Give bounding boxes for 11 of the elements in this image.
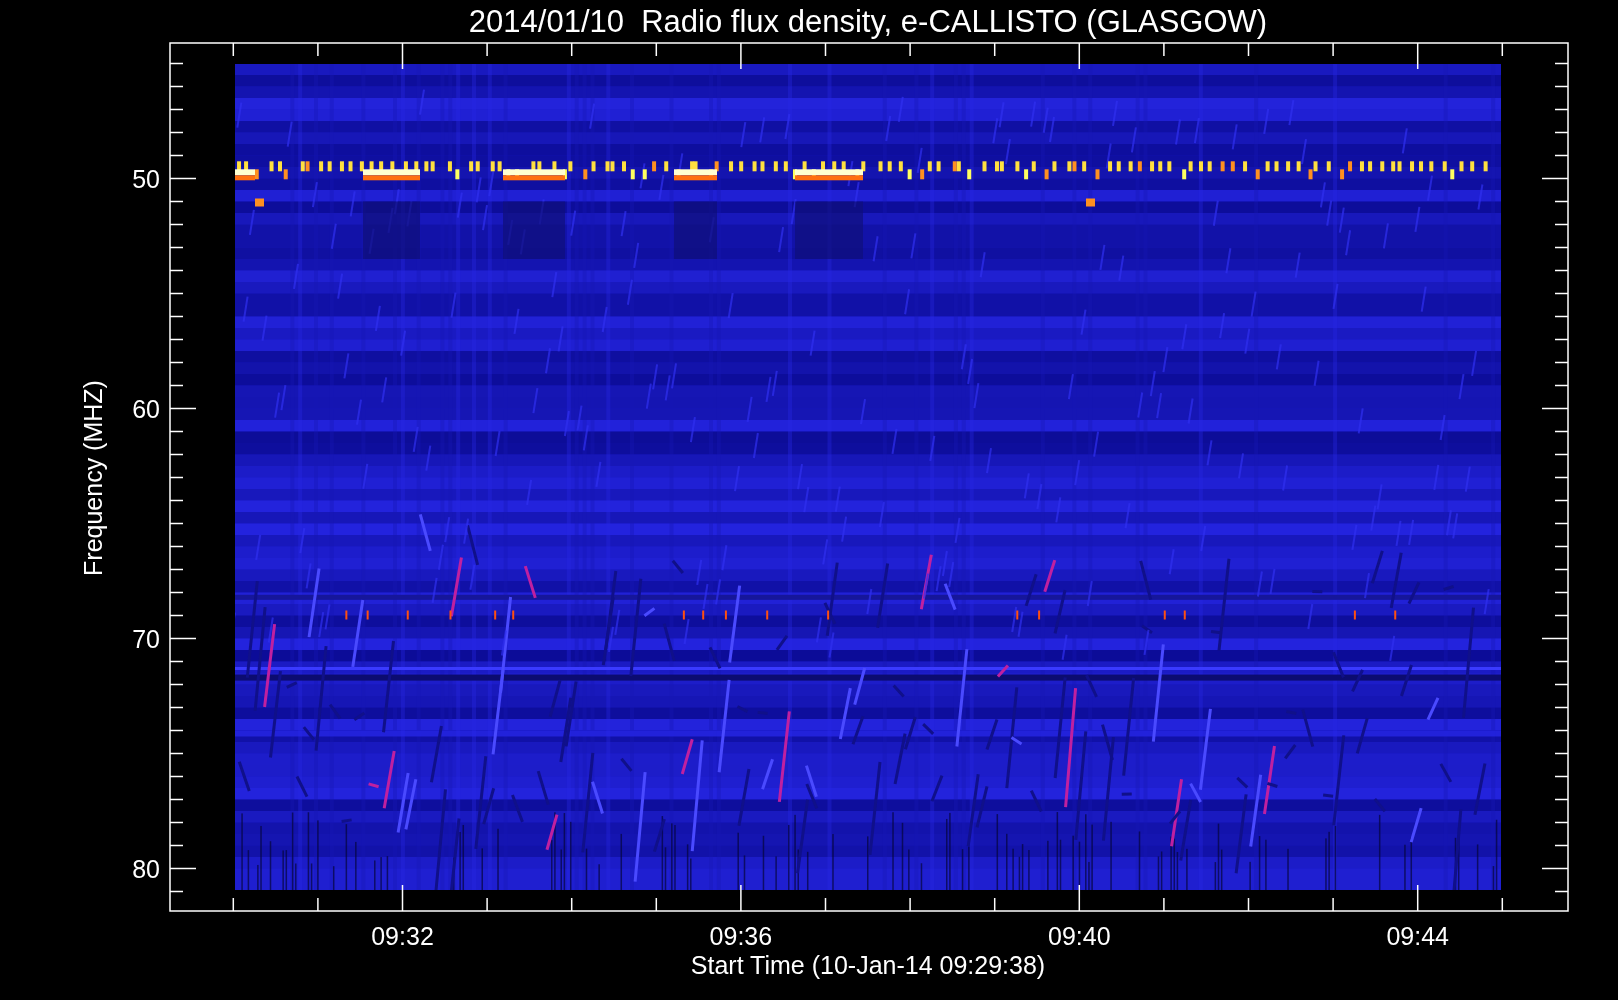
axis-label: Frequency (MHZ) (79, 380, 107, 576)
tick-label: 70 (132, 624, 160, 653)
tick-label: 09:36 (709, 922, 773, 950)
axis-label: Start Time (10-Jan-14 09:29:38) (690, 951, 1046, 979)
tick-label: 50 (132, 164, 160, 193)
tick-label: 60 (132, 394, 160, 423)
tick-label: 09:44 (1386, 922, 1449, 950)
tick-label: 09:40 (1048, 922, 1111, 950)
tick-label: 80 (132, 854, 160, 883)
plot-title: 2014/01/10 Radio flux density, e-CALLISTO (GLASGOW) (468, 4, 1268, 39)
tick-label: 09:32 (371, 922, 434, 950)
